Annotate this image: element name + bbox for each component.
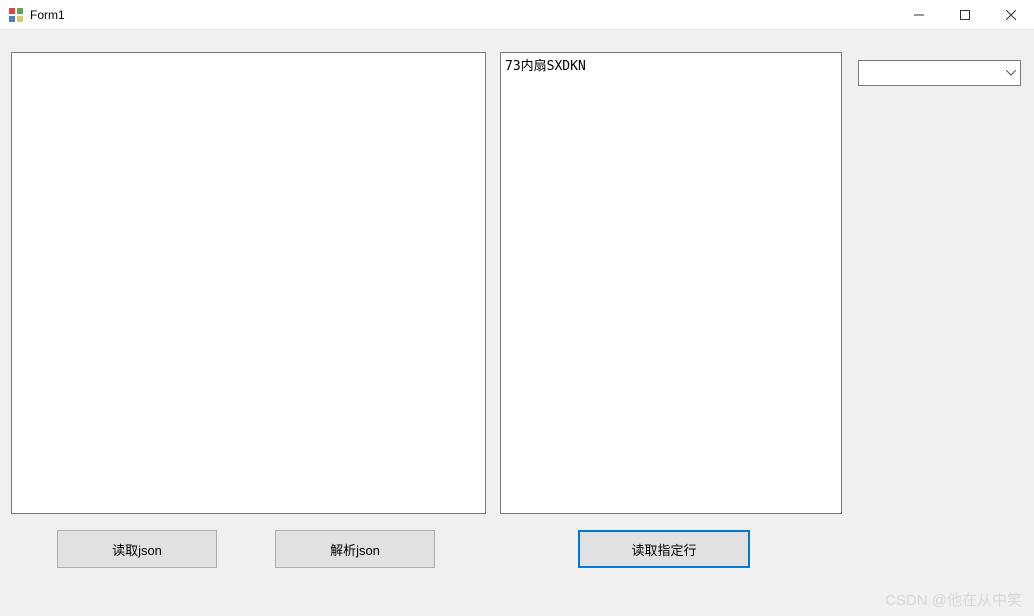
titlebar: Form1 <box>0 0 1034 30</box>
minimize-button[interactable] <box>896 0 942 30</box>
window-controls <box>896 0 1034 29</box>
watermark: CSDN @他在从中笑 <box>885 589 1022 610</box>
parse-json-button[interactable]: 解析json <box>275 530 435 568</box>
textbox-right[interactable] <box>500 52 842 514</box>
app-icon <box>8 7 24 23</box>
combobox[interactable] <box>858 60 1021 86</box>
client-area: 读取json 解析json 读取指定行 CSDN @他在从中笑 <box>0 30 1034 616</box>
window-title: Form1 <box>30 8 896 22</box>
textbox-left[interactable] <box>11 52 486 514</box>
read-line-button[interactable]: 读取指定行 <box>578 530 750 568</box>
chevron-down-icon <box>1002 61 1020 85</box>
read-json-button[interactable]: 读取json <box>57 530 217 568</box>
close-button[interactable] <box>988 0 1034 30</box>
maximize-button[interactable] <box>942 0 988 30</box>
